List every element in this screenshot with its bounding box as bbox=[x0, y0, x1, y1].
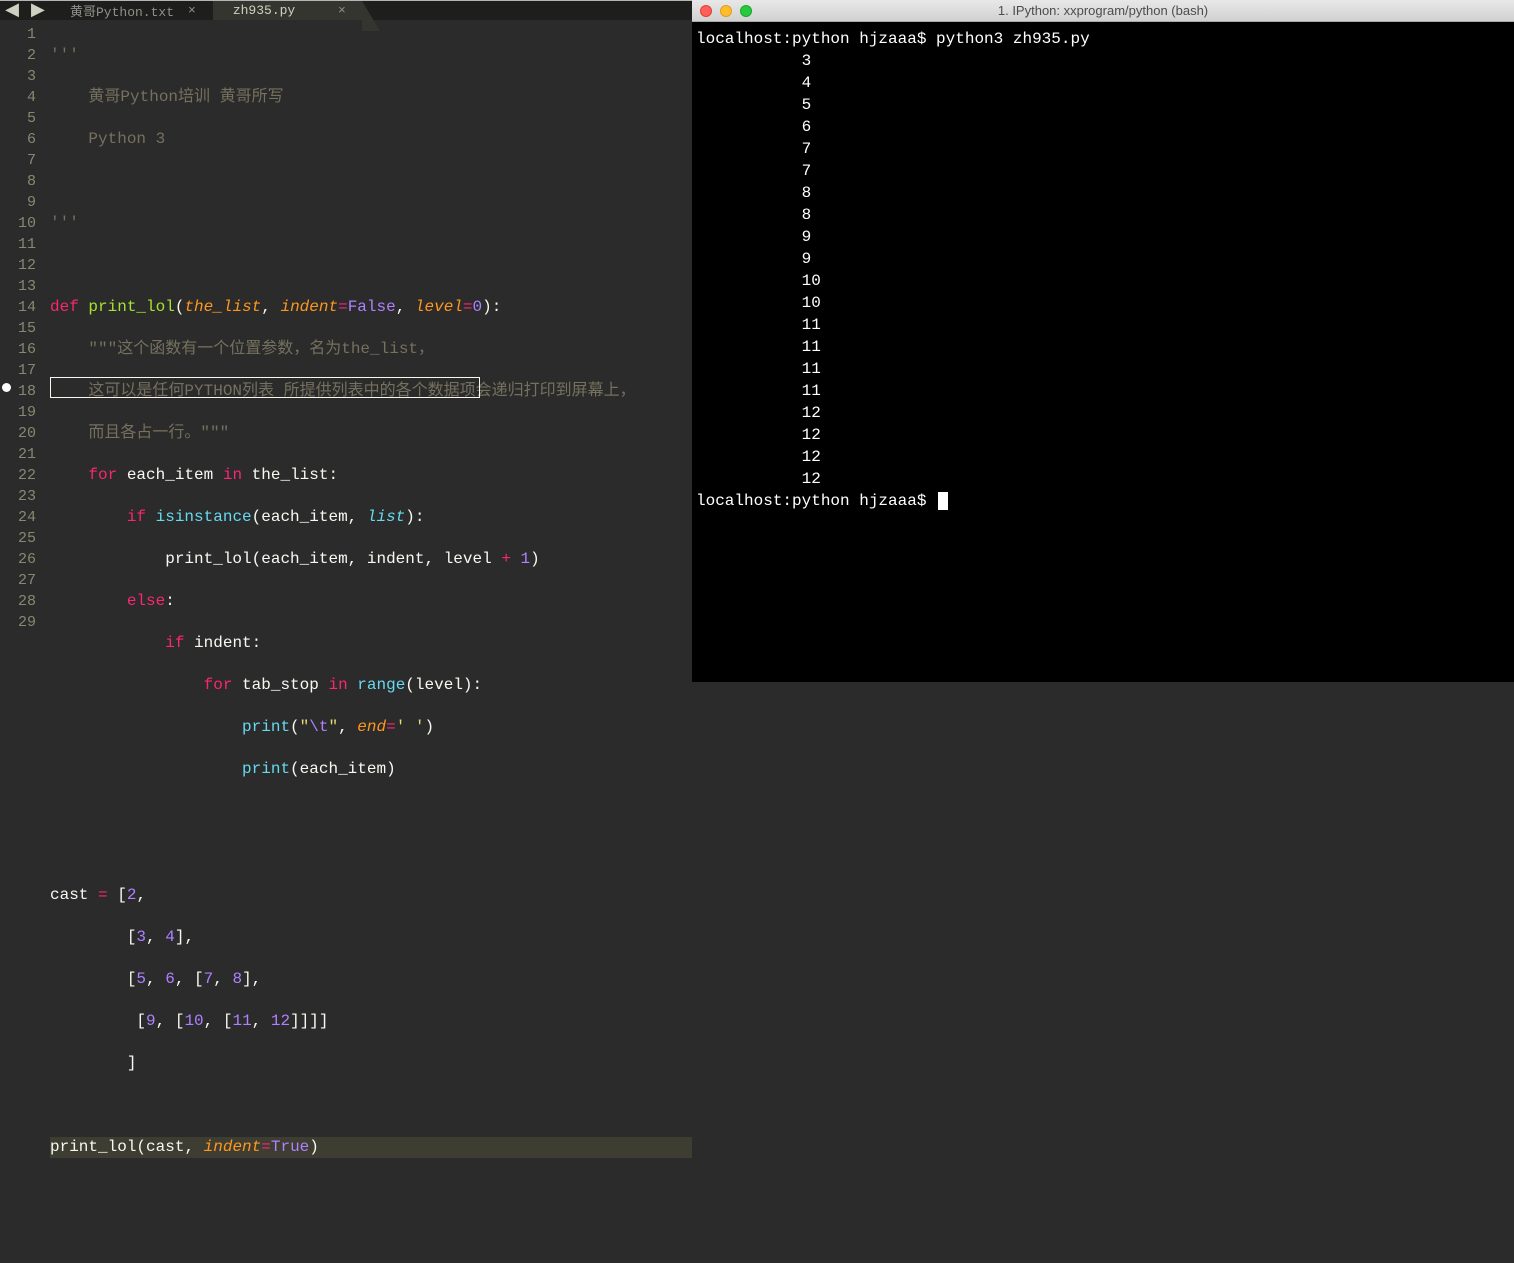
window-maximize-icon[interactable] bbox=[740, 5, 752, 17]
code-token: if bbox=[165, 634, 184, 652]
code-token: 1 bbox=[521, 550, 531, 568]
code-token: 2 bbox=[127, 886, 137, 904]
code-token: cast bbox=[50, 886, 88, 904]
code-token: print_lol bbox=[165, 550, 251, 568]
code-token: 5 bbox=[136, 970, 146, 988]
code-token: 3 bbox=[136, 928, 146, 946]
terminal-command: python3 zh935.py bbox=[936, 30, 1090, 48]
code-token: tab_stop bbox=[242, 676, 319, 694]
code-token: 4 bbox=[165, 928, 175, 946]
code-token: False bbox=[348, 298, 396, 316]
code-editor: ◀ ▶ 黄哥Python.txt × zh935.py × 12345 6789… bbox=[0, 0, 692, 682]
code-token: range bbox=[357, 676, 405, 694]
code-token: 而且各占一行。""" bbox=[88, 424, 229, 442]
close-icon[interactable]: × bbox=[188, 3, 196, 18]
code-token: print bbox=[242, 760, 290, 778]
code-token: print_lol bbox=[50, 1138, 136, 1156]
code-token: 9 bbox=[146, 1012, 156, 1030]
code-token: in bbox=[223, 466, 242, 484]
window-traffic-lights bbox=[692, 5, 752, 17]
tab-file-2[interactable]: zh935.py × bbox=[213, 1, 363, 20]
window-minimize-icon[interactable] bbox=[720, 5, 732, 17]
code-token: level bbox=[444, 550, 492, 568]
code-token: each_item bbox=[127, 466, 213, 484]
code-token: if bbox=[127, 508, 146, 526]
code-token: " bbox=[300, 718, 310, 736]
code-body[interactable]: ''' 黄哥Python培训 黄哥所写 Python 3 ''' def pri… bbox=[50, 20, 692, 1263]
code-token: indent bbox=[194, 634, 252, 652]
code-token: 11 bbox=[232, 1012, 251, 1030]
tab-label: 黄哥Python.txt bbox=[70, 1, 174, 20]
close-icon[interactable]: × bbox=[338, 3, 346, 18]
nav-next-icon[interactable]: ▶ bbox=[31, 2, 45, 20]
code-token: = bbox=[98, 886, 108, 904]
code-token: indent bbox=[367, 550, 425, 568]
terminal-titlebar[interactable]: 1. IPython: xxprogram/python (bash) bbox=[692, 0, 1514, 22]
code-token: 10 bbox=[184, 1012, 203, 1030]
code-token: list bbox=[367, 508, 405, 526]
code-token: for bbox=[88, 466, 117, 484]
code-token: 6 bbox=[165, 970, 175, 988]
code-token: 0 bbox=[473, 298, 483, 316]
code-token: \t bbox=[309, 718, 328, 736]
code-token: print bbox=[242, 718, 290, 736]
code-token: ''' bbox=[50, 214, 79, 232]
terminal-window: 1. IPython: xxprogram/python (bash) loca… bbox=[692, 0, 1514, 682]
terminal-prompt: localhost:python hjzaaa$ bbox=[696, 492, 936, 510]
terminal-prompt: localhost:python hjzaaa$ bbox=[696, 30, 936, 48]
code-token: level bbox=[415, 298, 463, 316]
code-token: + bbox=[501, 550, 511, 568]
code-token: 黄哥Python培训 黄哥所写 bbox=[88, 88, 283, 106]
code-token: cast bbox=[146, 1138, 184, 1156]
tab-nav-arrows: ◀ ▶ bbox=[0, 1, 50, 20]
code-token: for bbox=[204, 676, 233, 694]
breakpoint-dot-icon[interactable] bbox=[2, 383, 11, 392]
code-token: indent bbox=[280, 298, 338, 316]
code-token: ' ' bbox=[396, 718, 425, 736]
tab-file-1[interactable]: 黄哥Python.txt × bbox=[50, 1, 213, 20]
code-token: True bbox=[271, 1138, 309, 1156]
code-token: the_list bbox=[252, 466, 329, 484]
code-token: def bbox=[50, 298, 79, 316]
code-token: the_list bbox=[184, 298, 261, 316]
window-close-icon[interactable] bbox=[700, 5, 712, 17]
code-token: " bbox=[328, 718, 338, 736]
code-token: Python 3 bbox=[88, 130, 165, 148]
code-token: end bbox=[357, 718, 386, 736]
code-token: 这可以是任何PYTHON列表 所提供列表中的各个数据项会递归打印到屏幕上， bbox=[88, 382, 635, 400]
code-token: """这个函数有一个位置参数，名为the_list， bbox=[88, 340, 434, 358]
line-number-gutter: 12345 678910 1112131415 1617181920 21222… bbox=[0, 20, 50, 1263]
cursor-icon bbox=[938, 492, 948, 510]
code-area[interactable]: 12345 678910 1112131415 1617181920 21222… bbox=[0, 20, 692, 1263]
code-token: else bbox=[127, 592, 165, 610]
code-token: each_item bbox=[300, 760, 386, 778]
code-token: each_item bbox=[261, 550, 347, 568]
tab-bar: ◀ ▶ 黄哥Python.txt × zh935.py × bbox=[0, 1, 692, 20]
terminal-title: 1. IPython: xxprogram/python (bash) bbox=[692, 3, 1514, 18]
code-token: 12 bbox=[271, 1012, 290, 1030]
code-token: print_lol bbox=[88, 298, 174, 316]
code-token: ''' bbox=[50, 46, 79, 64]
code-token: 8 bbox=[232, 970, 242, 988]
code-token: each_item bbox=[261, 508, 347, 526]
code-token: 7 bbox=[204, 970, 214, 988]
code-token: indent bbox=[204, 1138, 262, 1156]
terminal-body[interactable]: localhost:python hjzaaa$ python3 zh935.p… bbox=[692, 22, 1514, 682]
code-token: in bbox=[328, 676, 347, 694]
code-token: level bbox=[415, 676, 463, 694]
nav-prev-icon[interactable]: ◀ bbox=[5, 2, 19, 20]
code-token: isinstance bbox=[156, 508, 252, 526]
tab-label: zh935.py bbox=[233, 3, 295, 18]
terminal-output: 3 4 5 6 7 7 8 8 9 9 10 10 11 11 11 bbox=[696, 52, 821, 488]
